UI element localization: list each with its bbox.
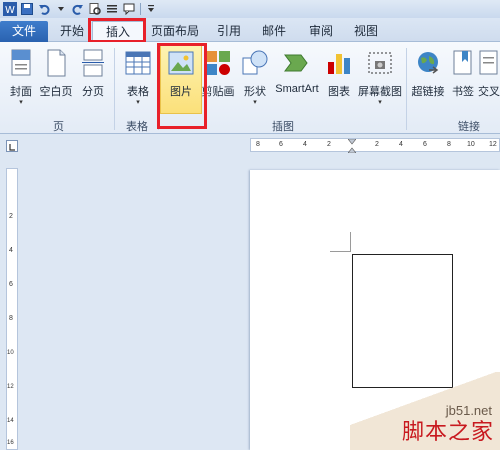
ruler-number: 4 (399, 141, 403, 148)
vertical-ruler[interactable]: 2 4 6 8 10 12 14 16 (6, 168, 18, 450)
shapes-icon (241, 48, 269, 78)
ruler-number: 6 (279, 141, 283, 148)
ribbon-insert: 封面 ▾ 空白页 分页 页 表格 ▾ 表格 图片 剪贴画 形状 ▾ SmartA… (0, 42, 500, 134)
chevron-down-icon: ▾ (253, 99, 257, 106)
bookmark-label: 书签 (452, 86, 474, 98)
align-icon[interactable] (105, 2, 119, 16)
table-button[interactable]: 表格 ▾ (122, 46, 154, 108)
toolbar-separator (140, 3, 141, 15)
chevron-down-icon: ▾ (19, 99, 23, 106)
blank-page-label: 空白页 (39, 86, 73, 98)
globe-icon (414, 48, 442, 78)
hyperlink-button[interactable]: 超链接 (410, 46, 446, 108)
picture-button-highlight (157, 43, 207, 129)
print-preview-icon[interactable] (88, 2, 102, 16)
ruler-number: 4 (9, 247, 13, 254)
margin-corner-mark (350, 232, 351, 252)
insert-tab-highlight (88, 18, 146, 43)
cover-button[interactable]: 封面 ▾ (6, 46, 36, 108)
page-break-button[interactable]: 分页 (78, 46, 108, 108)
ruler-number: 10 (467, 141, 475, 148)
hyperlink-label: 超链接 (411, 86, 445, 98)
cross-reference-icon (478, 48, 500, 78)
image-placeholder-box[interactable] (352, 254, 453, 388)
quick-access-toolbar: W (0, 0, 158, 18)
page-break-icon (79, 48, 107, 78)
group-label-illustrations: 插图 (272, 121, 294, 133)
ruler-number: 2 (327, 141, 331, 148)
group-separator (406, 48, 407, 130)
svg-text:W: W (5, 5, 15, 16)
ruler-number: 12 (7, 384, 14, 390)
ruler-number: 10 (7, 350, 14, 356)
ruler-tab-selector[interactable] (6, 140, 18, 152)
blank-page-icon (42, 48, 70, 78)
page-break-label: 分页 (82, 86, 104, 98)
screenshot-label: 屏幕截图 (358, 86, 402, 98)
chevron-down-icon: ▾ (136, 99, 140, 106)
undo-icon[interactable] (37, 2, 51, 16)
ruler-number: 8 (9, 315, 13, 322)
chart-label: 图表 (328, 86, 350, 98)
group-separator (114, 48, 115, 130)
ruler-number: 8 (447, 141, 451, 148)
shapes-button[interactable]: 形状 ▾ (238, 46, 272, 108)
ruler-number: 16 (7, 440, 14, 446)
chevron-down-icon: ▾ (378, 99, 382, 106)
tab-review[interactable]: 审阅 (302, 21, 340, 42)
redo-icon[interactable] (71, 2, 85, 16)
margin-corner-mark (330, 251, 350, 252)
ruler-number: 8 (256, 141, 260, 148)
ruler-number: 6 (423, 141, 427, 148)
comment-icon[interactable] (122, 2, 136, 16)
table-label: 表格 (127, 86, 149, 98)
group-label-tables: 表格 (126, 121, 148, 133)
ruler-number: 2 (9, 213, 13, 220)
smartart-button[interactable]: SmartArt (272, 46, 322, 108)
ruler-number: 4 (303, 141, 307, 148)
cross-reference-button[interactable]: 交叉 (478, 46, 500, 108)
word-logo-icon[interactable]: W (3, 2, 17, 16)
save-icon[interactable] (20, 2, 34, 16)
ruler-number: 14 (7, 418, 14, 424)
ribbon-tab-row: 文件 开始 插入 页面布局 引用 邮件 审阅 视图 (0, 18, 500, 42)
tab-mailings[interactable]: 邮件 (252, 21, 296, 42)
chart-icon (325, 48, 353, 78)
smartart-icon (283, 48, 311, 78)
tab-file[interactable]: 文件 (0, 21, 48, 42)
watermark-name: 脚本之家 (401, 420, 494, 445)
group-label-links: 链接 (458, 121, 480, 133)
tab-home[interactable]: 开始 (52, 21, 92, 42)
chevron-down-icon[interactable] (54, 2, 68, 16)
title-bar: W (0, 0, 500, 18)
table-icon (124, 48, 152, 78)
chart-button[interactable]: 图表 (324, 46, 354, 108)
customize-icon[interactable] (144, 2, 158, 16)
ruler-number: 6 (9, 281, 13, 288)
smartart-label: SmartArt (275, 83, 319, 95)
cross-reference-label: 交叉 (478, 86, 500, 98)
screenshot-button[interactable]: 屏幕截图 ▾ (356, 46, 404, 108)
horizontal-ruler[interactable]: 8 6 4 2 2 4 6 8 10 12 (250, 138, 500, 153)
tab-page-layout[interactable]: 页面布局 (146, 21, 204, 42)
screenshot-icon (366, 48, 394, 78)
ruler-number: 2 (375, 141, 379, 148)
cover-label: 封面 (10, 86, 32, 98)
bookmark-icon (449, 48, 477, 78)
blank-page-button[interactable]: 空白页 (38, 46, 74, 108)
shapes-label: 形状 (244, 86, 266, 98)
cover-page-icon (7, 48, 35, 78)
watermark: jb51.net 脚本之家 (350, 372, 500, 450)
clip-art-icon (204, 48, 232, 78)
indent-marker-icon[interactable] (348, 139, 356, 153)
group-label-pages: 页 (53, 121, 64, 133)
tab-view[interactable]: 视图 (346, 21, 386, 42)
ruler-number: 12 (489, 141, 497, 148)
tab-references[interactable]: 引用 (210, 21, 248, 42)
bookmark-button[interactable]: 书签 (448, 46, 478, 108)
